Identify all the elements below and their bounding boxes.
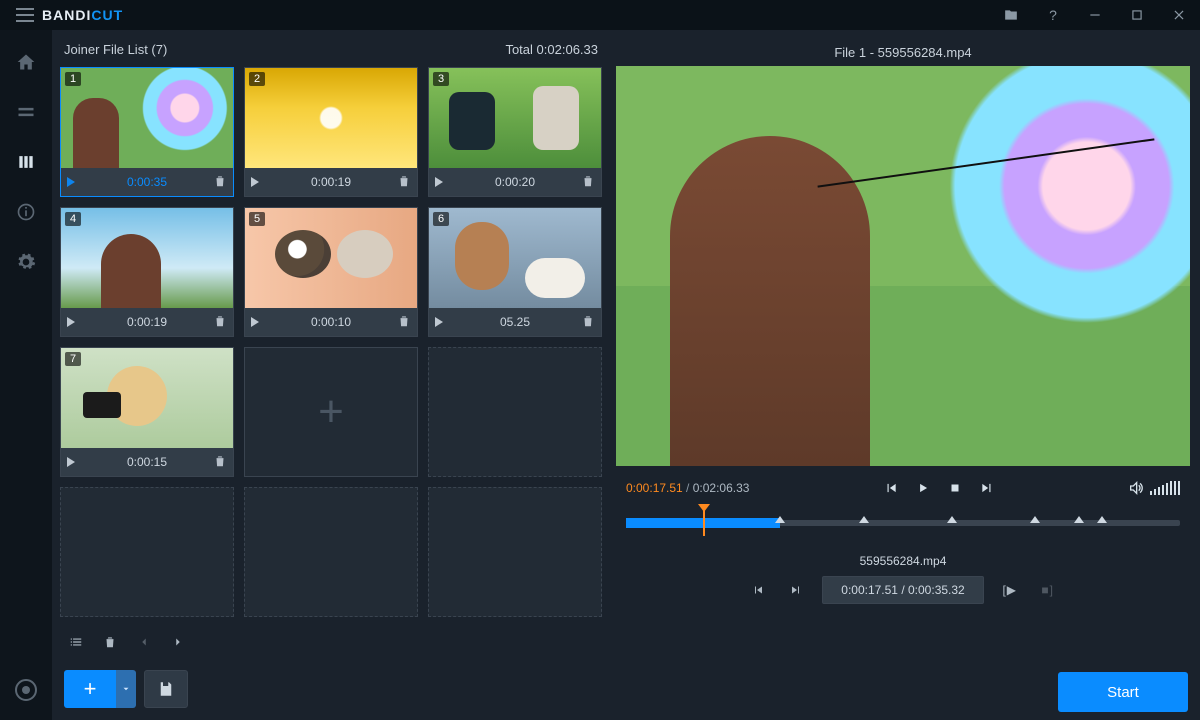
clip-play-icon[interactable] [67, 457, 75, 467]
sidebar-info-icon[interactable] [6, 190, 46, 234]
mark-out-icon[interactable]: ■] [1036, 579, 1060, 601]
clip-card[interactable]: 5 0:00:10 [244, 207, 418, 337]
seg-next-icon[interactable] [784, 579, 808, 601]
minimize-button[interactable] [1074, 0, 1116, 30]
menu-button[interactable] [8, 8, 42, 22]
prev-frame-icon[interactable] [884, 481, 898, 495]
clip-card[interactable]: 1 0:00:35 [60, 67, 234, 197]
clip-index: 7 [65, 352, 81, 366]
clip-index: 3 [433, 72, 449, 86]
list-toolbar [58, 626, 604, 658]
sidebar-home-icon[interactable] [6, 40, 46, 84]
clip-play-icon[interactable] [435, 317, 443, 327]
clip-card[interactable]: 605.25 [428, 207, 602, 337]
list-total-time: 0:02:06.33 [537, 42, 598, 57]
clip-delete-icon[interactable] [213, 314, 227, 331]
clip-play-icon[interactable] [67, 317, 75, 327]
app-brand: BANDICUT [42, 7, 123, 23]
volume-control[interactable] [1128, 480, 1180, 496]
clip-index: 4 [65, 212, 81, 226]
clip-card[interactable]: 3 0:00:20 [428, 67, 602, 197]
timeline[interactable] [626, 506, 1180, 546]
empty-slot [428, 487, 602, 617]
next-frame-icon[interactable] [980, 481, 994, 495]
clip-delete-icon[interactable] [397, 174, 411, 191]
preview-panel: File 1 - 559556284.mp4 0:00:17.51 / 0:02… [616, 38, 1190, 712]
add-file-button[interactable]: + [64, 670, 116, 708]
video-preview[interactable] [616, 66, 1190, 466]
transport-bar: 0:00:17.51 / 0:02:06.33 [616, 466, 1190, 502]
empty-slot [244, 487, 418, 617]
sidebar [0, 30, 52, 720]
action-bar: + [58, 658, 604, 712]
clip-duration: 0:00:19 [265, 175, 397, 189]
clip-duration: 0:00:20 [449, 175, 581, 189]
prev-page-icon[interactable] [132, 630, 156, 654]
clip-index: 6 [433, 212, 449, 226]
clip-index: 5 [249, 212, 265, 226]
mark-in-icon[interactable]: [▶ [998, 579, 1022, 601]
clip-index: 2 [249, 72, 265, 86]
record-button[interactable] [6, 668, 46, 712]
clip-delete-icon[interactable] [213, 174, 227, 191]
add-button-group: + [64, 670, 136, 708]
sidebar-settings-icon[interactable] [6, 240, 46, 284]
open-file-icon[interactable] [990, 0, 1032, 30]
preview-title: File 1 - 559556284.mp4 [834, 45, 971, 60]
clip-play-icon[interactable] [251, 177, 259, 187]
timeline-filename: 559556284.mp4 [860, 554, 947, 568]
clip-play-icon[interactable] [251, 317, 259, 327]
clip-card[interactable]: 4 0:00:19 [60, 207, 234, 337]
clear-list-icon[interactable] [64, 630, 88, 654]
clip-delete-icon[interactable] [581, 314, 595, 331]
clip-delete-icon[interactable] [397, 314, 411, 331]
clip-duration: 0:00:35 [81, 175, 213, 189]
add-clip-slot[interactable]: + [244, 347, 418, 477]
clip-duration: 0:00:10 [265, 315, 397, 329]
seg-prev-icon[interactable] [746, 579, 770, 601]
clip-grid: 1 0:00:35 2 0:00:19 3 0:00:20 4 0:00:19 5 0:00:10… [58, 67, 604, 620]
segment-time: 0:00:17.51 / 0:00:35.32 [822, 576, 983, 604]
clip-card[interactable]: 7 0:00:15 [60, 347, 234, 477]
clip-index: 1 [65, 72, 81, 86]
clip-play-icon[interactable] [435, 177, 443, 187]
clip-duration: 0:00:15 [81, 455, 213, 469]
stop-icon[interactable] [948, 481, 962, 495]
close-button[interactable] [1158, 0, 1200, 30]
titlebar: BANDICUT ? [0, 0, 1200, 30]
save-button[interactable] [144, 670, 188, 708]
list-total-label: Total [505, 42, 532, 57]
playhead[interactable] [703, 510, 705, 536]
clip-duration: 05.25 [449, 315, 581, 329]
segment-controls: 0:00:17.51 / 0:00:35.32 [▶ ■] [616, 576, 1190, 604]
clip-delete-icon[interactable] [213, 454, 227, 471]
start-button[interactable]: Start [1058, 672, 1188, 712]
clip-delete-icon[interactable] [581, 174, 595, 191]
sidebar-joiner-icon[interactable] [6, 140, 46, 184]
maximize-button[interactable] [1116, 0, 1158, 30]
clip-play-icon[interactable] [67, 177, 75, 187]
help-button[interactable]: ? [1032, 0, 1074, 30]
list-title: Joiner File List (7) [64, 42, 167, 57]
delete-icon[interactable] [98, 630, 122, 654]
sidebar-cut-icon[interactable] [6, 90, 46, 134]
empty-slot [60, 487, 234, 617]
file-list-panel: Joiner File List (7) Total 0:02:06.33 1 0… [58, 38, 604, 712]
empty-slot [428, 347, 602, 477]
next-page-icon[interactable] [166, 630, 190, 654]
clip-duration: 0:00:19 [81, 315, 213, 329]
add-dropdown-button[interactable] [116, 670, 136, 708]
play-icon[interactable] [916, 481, 930, 495]
playback-time: 0:00:17.51 / 0:02:06.33 [626, 481, 749, 495]
clip-card[interactable]: 2 0:00:19 [244, 67, 418, 197]
